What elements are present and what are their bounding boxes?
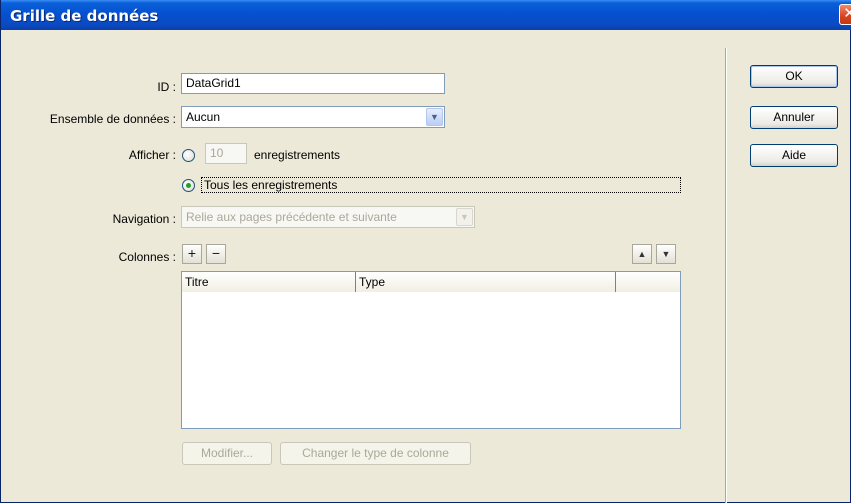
show-label: Afficher :	[128, 148, 176, 162]
navigation-label: Navigation :	[112, 212, 176, 226]
dataset-select[interactable]: Aucun ▼	[181, 106, 445, 128]
dialog-title: Grille de données	[10, 7, 159, 25]
show-count-radio[interactable]	[182, 149, 195, 162]
column-header-extra[interactable]	[616, 272, 680, 292]
navigation-select[interactable]: Relie aux pages précédente et suivante ▼	[181, 206, 475, 228]
help-button[interactable]: Aide	[750, 144, 838, 167]
move-down-button[interactable]: ▼	[656, 244, 676, 264]
modify-button[interactable]: Modifier...	[182, 442, 272, 465]
record-count-input[interactable]: 10	[205, 143, 247, 164]
ok-button[interactable]: OK	[750, 65, 838, 88]
dialog-window: Grille de données ✕ ID : DataGrid1 Ensem…	[0, 0, 851, 503]
plus-icon: +	[187, 245, 197, 261]
close-icon: ✕	[843, 5, 851, 22]
chevron-down-icon[interactable]: ▼	[456, 208, 473, 226]
record-count-suffix: enregistrements	[254, 148, 341, 162]
cancel-button[interactable]: Annuler	[750, 106, 838, 129]
show-all-label[interactable]: Tous les enregistrements	[204, 178, 337, 192]
arrow-up-icon: ▲	[637, 249, 647, 259]
remove-column-button[interactable]: −	[206, 244, 226, 264]
grid-header: Titre Type	[182, 272, 680, 292]
dataset-label: Ensemble de données :	[49, 112, 176, 126]
column-header-title[interactable]: Titre	[182, 272, 356, 292]
minus-icon: −	[211, 245, 221, 261]
move-up-button[interactable]: ▲	[632, 244, 652, 264]
vertical-separator	[725, 48, 727, 503]
id-input[interactable]: DataGrid1	[181, 73, 445, 94]
add-column-button[interactable]: +	[182, 244, 202, 264]
chevron-down-icon[interactable]: ▼	[426, 108, 443, 126]
change-column-type-button[interactable]: Changer le type de colonne	[280, 442, 471, 465]
dataset-select-value: Aucun	[186, 110, 221, 124]
navigation-select-value: Relie aux pages précédente et suivante	[186, 210, 397, 224]
close-button[interactable]: ✕	[839, 4, 851, 25]
columns-label: Colonnes :	[118, 250, 176, 264]
radio-selected-dot	[186, 183, 191, 188]
columns-grid[interactable]: Titre Type	[181, 271, 681, 429]
show-all-radio[interactable]	[182, 179, 195, 192]
column-header-type[interactable]: Type	[356, 272, 616, 292]
title-bar[interactable]: Grille de données ✕	[1, 0, 851, 30]
arrow-down-icon: ▼	[661, 249, 671, 259]
id-label: ID :	[157, 80, 176, 94]
